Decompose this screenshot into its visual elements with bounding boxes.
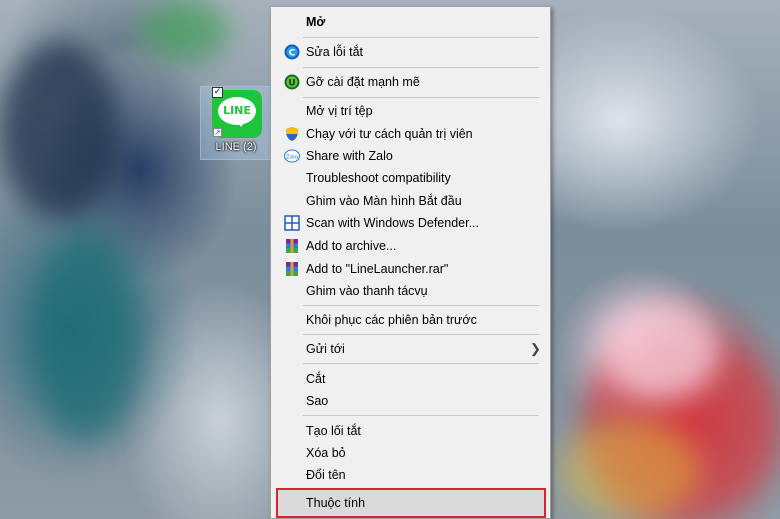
menu-item-delete[interactable]: Xóa bỏ xyxy=(274,442,547,464)
wallpaper-blur xyxy=(30,230,140,440)
wallpaper-blur xyxy=(140,0,230,60)
uninstall-icon: U xyxy=(284,74,300,90)
menu-item-run-as-admin[interactable]: Chạy với tư cách quản trị viên xyxy=(274,123,547,145)
svg-text:Zalo: Zalo xyxy=(286,155,299,161)
menu-item-label: Gỡ cài đặt mạnh mẽ xyxy=(306,75,420,89)
menu-item-restore-versions[interactable]: Khôi phục các phiên bản trước xyxy=(274,309,547,331)
menu-item-label: Khôi phục các phiên bản trước xyxy=(306,313,477,327)
menu-item-label: Troubleshoot compatibility xyxy=(306,171,451,185)
context-menu: Mở C Sửa lỗi tắt U Gỡ cài đặt mạnh mẽ Mở… xyxy=(270,6,551,519)
menu-item-fix-shortcut[interactable]: C Sửa lỗi tắt xyxy=(274,41,547,63)
shortcut-label[interactable]: LINE (2) xyxy=(200,141,272,153)
menu-item-add-archive[interactable]: Add to archive... xyxy=(274,235,547,257)
menu-separator xyxy=(303,363,539,364)
menu-item-rename[interactable]: Đổi tên xyxy=(274,464,547,486)
menu-item-troubleshoot[interactable]: Troubleshoot compatibility xyxy=(274,167,547,189)
svg-text:C: C xyxy=(289,49,296,59)
shortcut-arrow-icon: ↗ xyxy=(213,128,222,137)
menu-item-label: Chạy với tư cách quản trị viên xyxy=(306,127,473,141)
menu-item-cut[interactable]: Cắt xyxy=(274,368,547,390)
menu-separator xyxy=(303,305,539,306)
menu-separator xyxy=(303,415,539,416)
menu-item-label: Ghim vào thanh tácvụ xyxy=(306,284,428,298)
menu-item-label: Add to archive... xyxy=(306,239,397,253)
menu-item-label: Sửa lỗi tắt xyxy=(306,45,364,59)
winrar-icon xyxy=(284,261,300,277)
menu-separator xyxy=(303,97,539,98)
menu-item-pin-taskbar[interactable]: Ghim vào thanh tácvụ xyxy=(274,280,547,302)
menu-item-copy[interactable]: Sao xyxy=(274,390,547,412)
line-bubble-tail xyxy=(236,120,246,127)
menu-item-label: Cắt xyxy=(306,372,326,386)
menu-item-label: Scan with Windows Defender... xyxy=(306,216,479,230)
menu-separator xyxy=(303,334,539,335)
menu-item-label: Ghim vào Màn hình Bắt đầu xyxy=(306,194,462,208)
shield-icon xyxy=(284,126,300,142)
defender-icon xyxy=(284,215,300,231)
zalo-icon: Zalo xyxy=(284,148,300,164)
menu-item-label: Gửi tới xyxy=(306,342,345,356)
menu-item-open[interactable]: Mở xyxy=(274,11,547,33)
menu-item-add-to-rar[interactable]: Add to "LineLauncher.rar" xyxy=(274,258,547,280)
menu-item-label: Sao xyxy=(306,394,329,408)
menu-item-scan-defender[interactable]: Scan with Windows Defender... xyxy=(274,212,547,234)
menu-item-force-uninstall[interactable]: U Gỡ cài đặt mạnh mẽ xyxy=(274,71,547,93)
wallpaper-blur xyxy=(0,40,120,220)
wallpaper-blur xyxy=(560,420,700,519)
menu-separator xyxy=(303,67,539,68)
menu-item-label: Xóa bỏ xyxy=(306,446,346,460)
menu-item-properties[interactable]: Thuộc tính xyxy=(276,488,546,518)
menu-item-create-shortcut[interactable]: Tạo lối tắt xyxy=(274,420,547,442)
winrar-icon xyxy=(284,238,300,254)
svg-text:U: U xyxy=(288,79,295,89)
menu-item-label: Mở xyxy=(306,15,326,29)
menu-item-label: Thuộc tính xyxy=(306,496,366,510)
menu-item-label: Mở vị trí tệp xyxy=(306,104,373,118)
menu-item-pin-start[interactable]: Ghim vào Màn hình Bắt đầu xyxy=(274,190,547,212)
menu-item-open-file-location[interactable]: Mở vị trí tệp xyxy=(274,100,547,122)
repair-icon: C xyxy=(284,44,300,60)
menu-separator xyxy=(303,37,539,38)
menu-item-send-to[interactable]: Gửi tới ❯ xyxy=(274,338,547,360)
menu-item-label: Share with Zalo xyxy=(306,149,393,163)
wallpaper-blur xyxy=(600,300,720,400)
menu-item-label: Đổi tên xyxy=(306,468,346,482)
menu-item-label: Add to "LineLauncher.rar" xyxy=(306,262,449,276)
chevron-right-icon: ❯ xyxy=(530,341,541,356)
menu-item-label: Tạo lối tắt xyxy=(306,424,361,438)
line-logo-text: LINE xyxy=(223,104,251,117)
menu-item-share-zalo[interactable]: Zalo Share with Zalo xyxy=(274,145,547,167)
selection-checkbox[interactable]: ✓ xyxy=(212,87,223,98)
